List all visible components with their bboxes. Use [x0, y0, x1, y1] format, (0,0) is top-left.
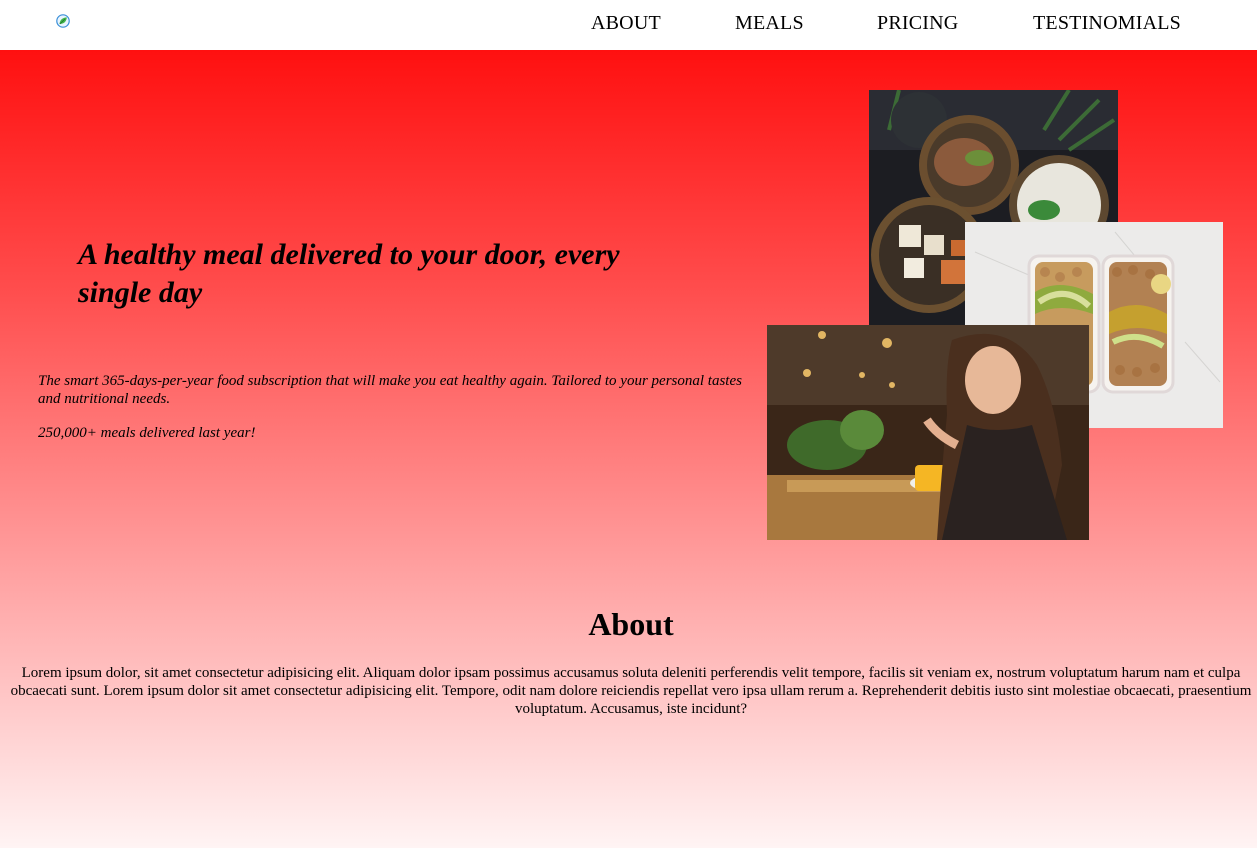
nav-link-testimonials[interactable]: TESTINOMIALS — [1033, 11, 1181, 35]
navbar: ABOUT MEALS PRICING TESTINOMIALS — [0, 0, 1257, 50]
about-text: Lorem ipsum dolor, sit amet consectetur … — [10, 665, 1252, 717]
nav-link-about[interactable]: ABOUT — [591, 11, 661, 35]
hero-title: A healthy meal delivered to your door, e… — [78, 238, 620, 309]
about-heading: About — [588, 606, 674, 642]
leaf-logo-icon[interactable] — [56, 14, 70, 28]
hero-stat: 250,000+ meals delivered last year! — [38, 425, 256, 441]
hero-description: The smart 365-days-per-year food subscri… — [38, 373, 742, 407]
nav-link-pricing[interactable]: PRICING — [877, 11, 958, 35]
woman-eating-photo — [767, 325, 1089, 540]
nav-link-meals[interactable]: MEALS — [735, 11, 804, 35]
